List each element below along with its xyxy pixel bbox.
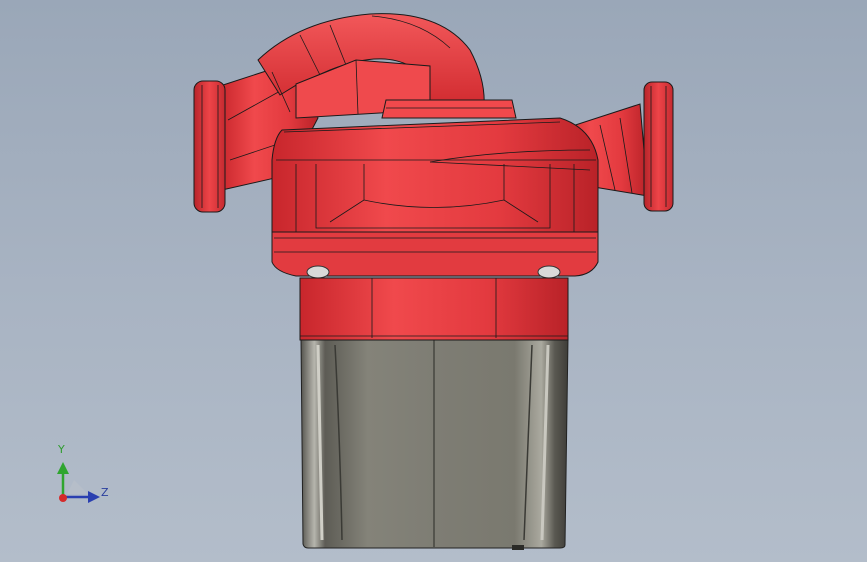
bolt-right-icon bbox=[537, 265, 561, 279]
y-axis-label: Y bbox=[58, 443, 65, 456]
motor-can bbox=[300, 337, 569, 550]
pump-housing bbox=[271, 117, 599, 279]
axis-triad bbox=[57, 462, 100, 503]
pump-cap bbox=[381, 99, 517, 119]
z-axis-label: Z bbox=[101, 486, 109, 499]
bolt-left-icon bbox=[306, 265, 330, 279]
pump-model[interactable] bbox=[0, 0, 867, 562]
x-axis-icon bbox=[59, 494, 67, 502]
motor-head bbox=[299, 277, 569, 341]
cad-viewport[interactable]: Y Z bbox=[0, 0, 867, 562]
